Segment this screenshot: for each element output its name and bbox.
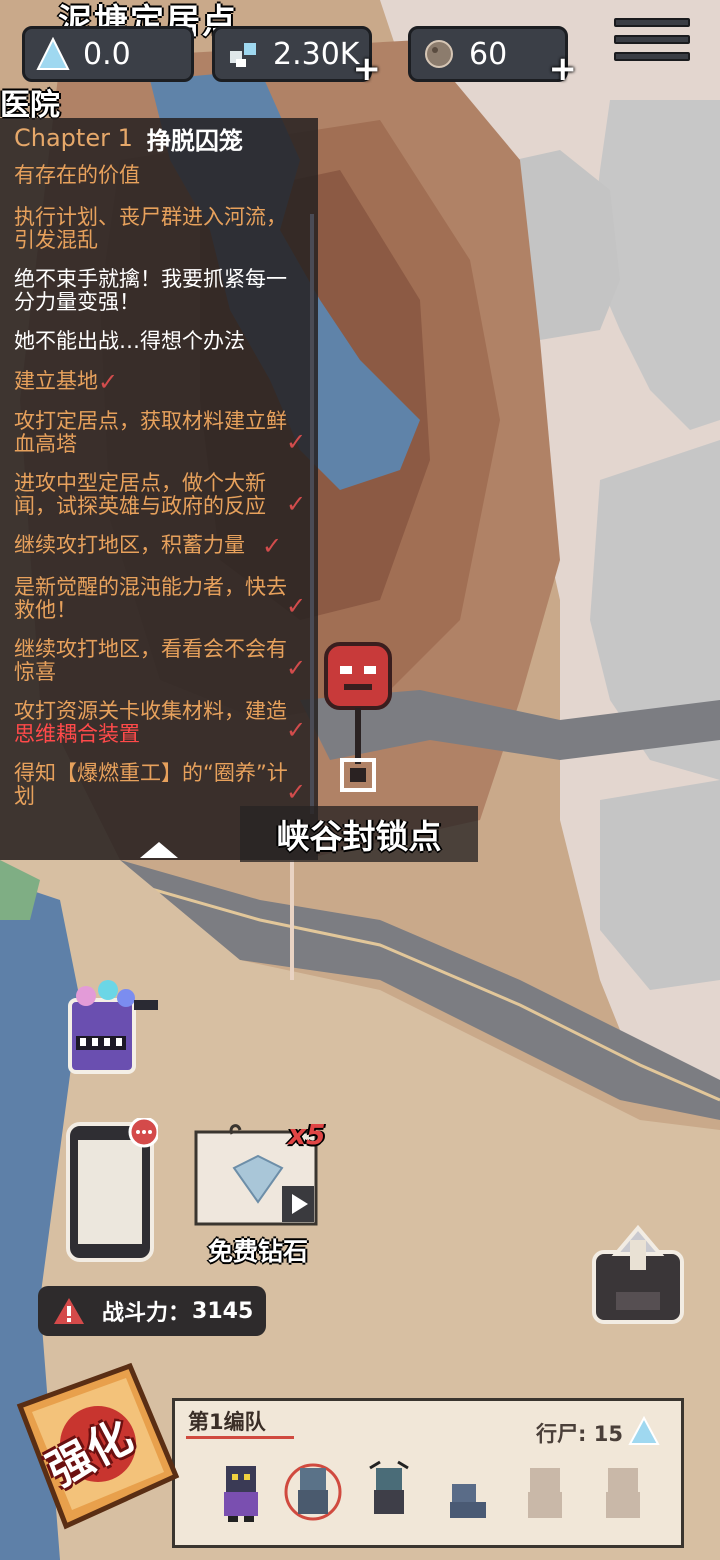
squad-slot-hero-selected[interactable] (284, 1460, 342, 1524)
walker-crystal-icon (628, 1416, 660, 1445)
checkmark-icon: ✓ (98, 368, 119, 396)
collapse-arrow-icon[interactable] (136, 838, 182, 860)
quest-item[interactable]: 攻打定居点，获取材料建立鲜血高塔 (14, 410, 304, 456)
quest-item[interactable]: 有存在的价值 (14, 164, 304, 187)
free-diamond-label[interactable]: 免费钻石 (196, 1232, 320, 1268)
add-parts-button[interactable]: + (353, 49, 382, 89)
warning-icon (54, 1298, 84, 1324)
crystal-icon (33, 34, 73, 74)
stone-value: 60 (469, 36, 508, 72)
stone-resource[interactable]: 60 + (408, 26, 577, 89)
crystal-value: 0.0 (83, 36, 131, 72)
checkmark-icon: ✓ (286, 654, 307, 682)
phone-icon[interactable] (64, 1118, 158, 1264)
quest-item[interactable]: 建立基地 (14, 370, 304, 393)
squad-slot-hero[interactable] (360, 1460, 418, 1524)
quest-item[interactable]: 她不能出战…得想个办法 (14, 330, 304, 353)
hamburger-menu-icon[interactable] (614, 18, 690, 78)
monster-event-icon[interactable] (62, 970, 164, 1080)
parts-icon (223, 34, 263, 74)
parts-value: 2.30K (273, 36, 360, 72)
squad-slot-locked[interactable] (594, 1460, 652, 1524)
crystal-resource[interactable]: 0.0 (22, 26, 194, 82)
backpack-icon[interactable] (586, 1222, 690, 1330)
squad-slot-hero[interactable] (212, 1460, 270, 1524)
squad-underline (186, 1436, 294, 1439)
map-node-label[interactable]: 峡谷封锁点 (240, 806, 478, 862)
walker-count: 行尸: 15 (536, 1422, 623, 1446)
squad-name[interactable]: 第1编队 (188, 1406, 266, 1436)
checkmark-icon: ✓ (286, 778, 307, 806)
parts-resource[interactable]: 2.30K + (212, 26, 381, 89)
chapter-name: 挣脱囚笼 (146, 126, 243, 155)
checkmark-icon: ✓ (286, 592, 307, 620)
checkmark-icon: ✓ (286, 716, 307, 744)
combat-power[interactable]: 战斗力： 3145 (38, 1286, 266, 1336)
squad-slot-pet[interactable] (440, 1460, 498, 1524)
quest-item[interactable]: 继续攻打地区，看看会不会有惊喜 (14, 638, 304, 684)
chapter-number: Chapter 1 (14, 124, 133, 152)
quest-item[interactable]: 进攻中型定居点，做个大新闻，试探英雄与政府的反应 (14, 472, 304, 518)
quest-item-text: 攻打资源关卡收集材料，建造 (14, 699, 287, 723)
quest-scrollbar[interactable] (310, 214, 314, 814)
quest-item[interactable]: 继续攻打地区，积蓄力量 (14, 534, 304, 557)
checkmark-icon: ✓ (286, 490, 307, 518)
quest-item[interactable]: 攻打资源关卡收集材料，建造思维耦合装置 (14, 700, 304, 746)
stone-icon (419, 34, 459, 74)
checkmark-icon: ✓ (286, 428, 307, 456)
quest-item[interactable]: 绝不束手就擒！我要抓紧每一分力量变强！ (14, 268, 304, 314)
squad-slot-locked[interactable] (516, 1460, 574, 1524)
combat-power-label: 战斗力： (102, 1301, 191, 1326)
add-stone-button[interactable]: + (549, 49, 578, 89)
checkmark-icon: ✓ (262, 532, 283, 560)
diamond-multiplier: x5 (288, 1118, 326, 1151)
quest-item[interactable]: 执行计划、丧尸群进入河流，引发混乱 (14, 206, 304, 252)
enemy-skull-marker-icon[interactable] (322, 640, 394, 800)
chapter-header[interactable]: Chapter 1 挣脱囚笼 (0, 118, 318, 158)
quest-item[interactable]: 是新觉醒的混沌能力者，快去救他！ (14, 576, 304, 622)
combat-power-value: 3145 (192, 1298, 254, 1324)
quest-highlight: 思维耦合装置 (14, 722, 140, 746)
quest-item[interactable]: 得知【爆燃重工】的“圈养”计划 (14, 762, 304, 808)
